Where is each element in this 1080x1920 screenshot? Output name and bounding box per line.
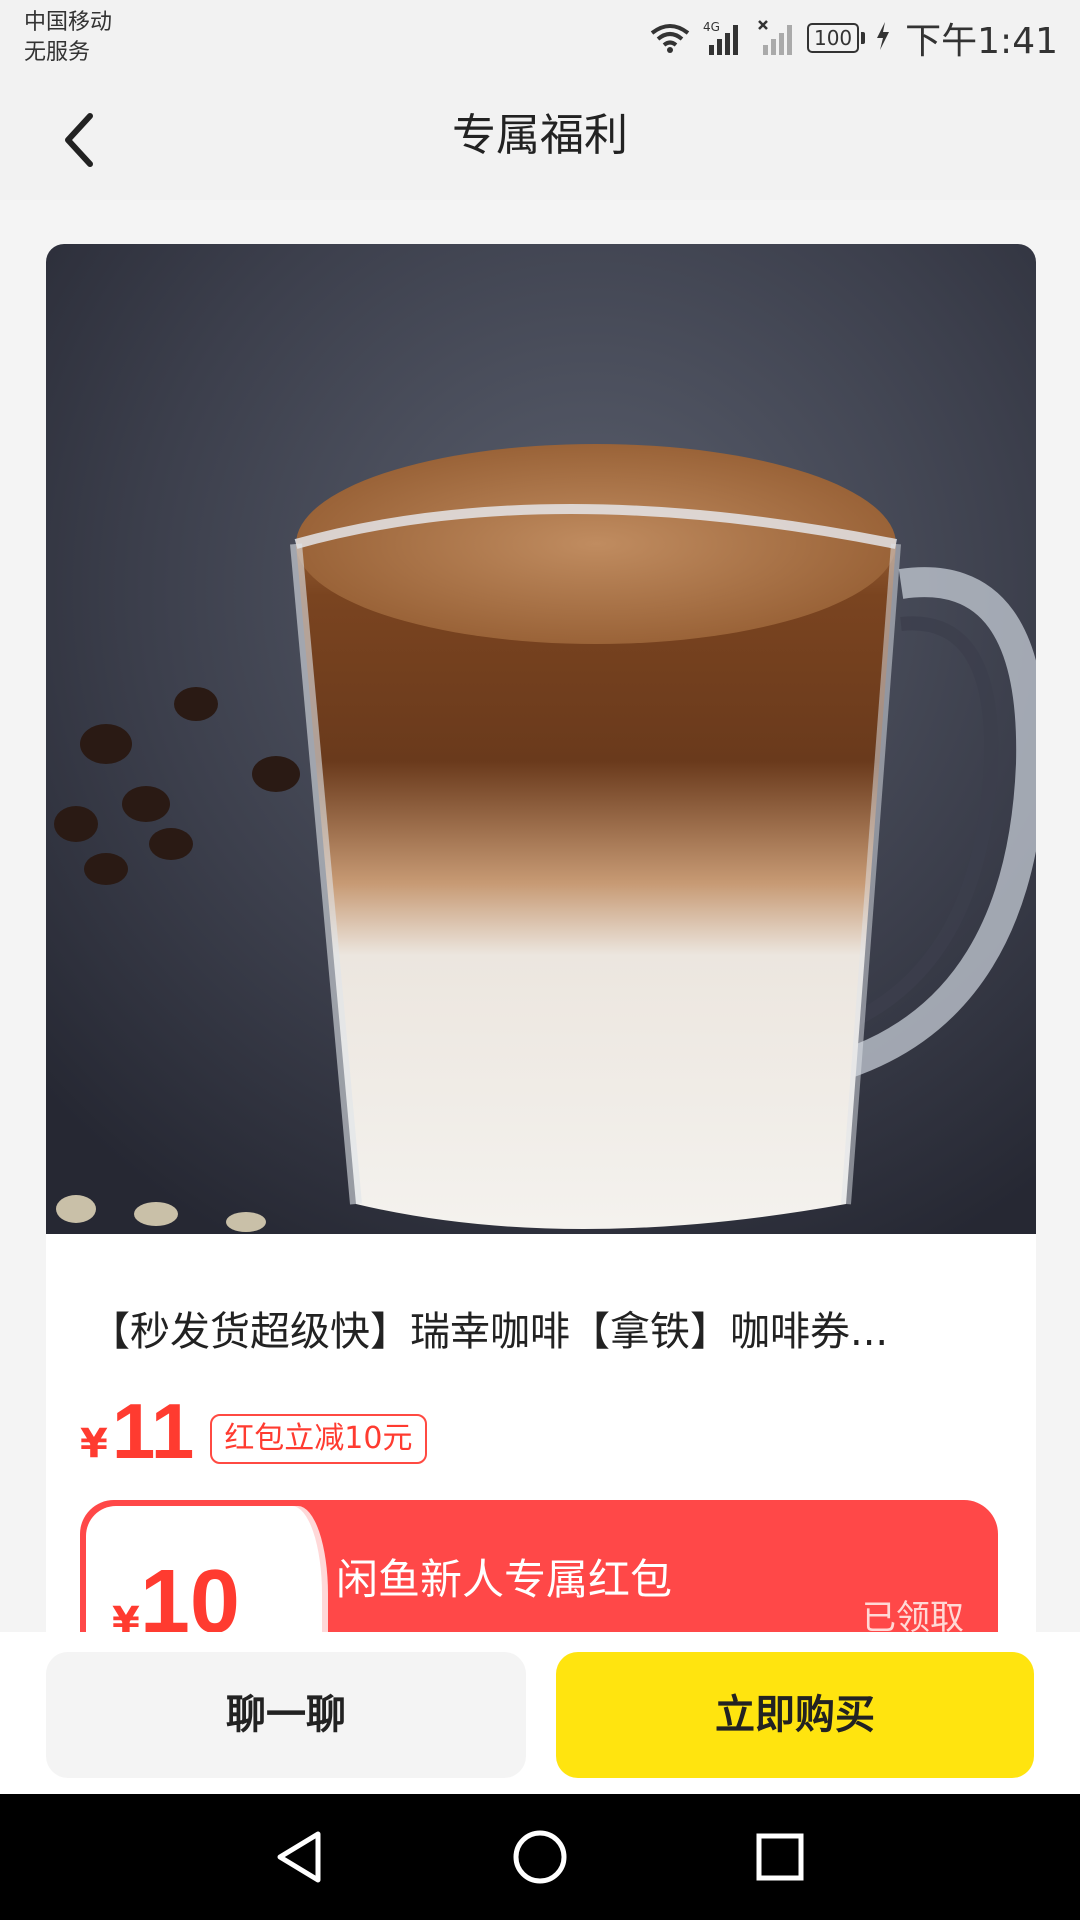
nav-back-button[interactable] — [264, 1822, 334, 1892]
chat-button[interactable]: 聊一聊 — [46, 1652, 526, 1778]
coupon-status: 已领取 — [862, 1598, 964, 1632]
battery-icon: 100 — [806, 23, 866, 53]
nav-home-icon — [513, 1830, 567, 1884]
coupon-value: 10 — [139, 1552, 240, 1632]
wifi-icon — [649, 21, 691, 55]
network-type-label: 4G — [703, 20, 720, 34]
battery-level: 100 — [806, 23, 860, 53]
status-icons: 4G 100 下午1:41 — [649, 14, 1058, 62]
navigation-bar — [0, 1794, 1080, 1920]
carrier-service: 无服务 — [24, 40, 91, 65]
coupon-currency: ¥ — [112, 1599, 140, 1632]
charging-icon — [875, 22, 891, 54]
coupon-title: 闲鱼新人专属红包 — [336, 1555, 673, 1604]
coupon-amount: ¥ 10 — [112, 1552, 240, 1632]
discount-badge: 红包立减10元 — [210, 1414, 427, 1464]
no-signal-icon — [757, 19, 797, 57]
status-bar: 中国移动 无服务 4G 100 下午1:41 — [0, 0, 1080, 80]
clock: 下午1:41 — [905, 21, 1058, 62]
page-title: 专属福利 — [452, 110, 628, 161]
carrier-name: 中国移动 — [24, 10, 113, 35]
product-card: 【秒发货超级快】瑞幸咖啡【拿铁】咖啡券... ¥ 11 红包立减10元 ¥ 10… — [46, 244, 1036, 1632]
coupon-banner[interactable]: ¥ 10 闲鱼新人专属红包 已领取 — [80, 1500, 998, 1632]
nav-back-icon — [277, 1831, 321, 1883]
price-row: ¥ 11 红包立减10元 — [80, 1384, 427, 1474]
nav-recents-button[interactable] — [745, 1822, 815, 1892]
product-title[interactable]: 【秒发货超级快】瑞幸咖啡【拿铁】咖啡券... — [90, 1304, 1010, 1360]
header-bar: 专属福利 — [0, 80, 1080, 200]
price-value: 11 — [111, 1387, 195, 1475]
product-image[interactable] — [46, 244, 1036, 1234]
price-currency: ¥ — [80, 1421, 108, 1467]
nav-home-button[interactable] — [505, 1822, 575, 1892]
carrier-info: 中国移动 无服务 — [24, 8, 112, 68]
content-area[interactable]: 【秒发货超级快】瑞幸咖啡【拿铁】咖啡券... ¥ 11 红包立减10元 ¥ 10… — [0, 200, 1080, 1632]
nav-recents-icon — [756, 1833, 804, 1881]
buy-now-button[interactable]: 立即购买 — [556, 1652, 1034, 1778]
action-bar: 聊一聊 立即购买 — [0, 1632, 1080, 1794]
cellular-4g-icon: 4G — [701, 19, 747, 57]
